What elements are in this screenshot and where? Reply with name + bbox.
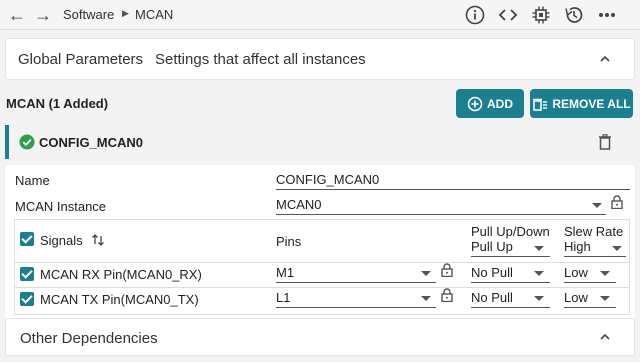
chevron-up-icon[interactable] — [598, 330, 612, 344]
pull-header: Pull Up/Down — [471, 224, 550, 239]
config-name: CONFIG_MCAN0 — [39, 135, 144, 150]
slew-all-value: High — [564, 239, 591, 254]
add-button[interactable]: ADD — [456, 89, 524, 118]
pull-value-tx: No Pull — [471, 290, 513, 305]
remove-all-button-label: REMOVE ALL — [552, 96, 631, 111]
sort-icon[interactable] — [91, 233, 105, 247]
global-parameters-panel[interactable]: Global Parameters Settings that affect a… — [5, 38, 635, 80]
chevron-down-icon[interactable] — [600, 296, 610, 301]
pin-select-rx[interactable]: M1 — [276, 265, 436, 283]
signal-name-tx: MCAN TX Pin(MCAN0_TX) — [40, 292, 199, 307]
name-field[interactable]: CONFIG_MCAN0 — [276, 172, 630, 190]
slew-header: Slew Rate — [564, 224, 624, 239]
table-header-divider — [15, 262, 629, 263]
pull-value-rx: No Pull — [471, 265, 513, 280]
chevron-down-icon[interactable] — [592, 203, 602, 208]
pin-select-tx[interactable]: L1 — [276, 290, 436, 308]
add-button-label: ADD — [487, 96, 513, 111]
selected-indicator — [5, 125, 9, 159]
pin-value-rx: M1 — [276, 265, 295, 280]
breadcrumb-separator-icon: ▶ — [122, 8, 129, 18]
name-label: Name — [15, 173, 50, 188]
pins-header: Pins — [276, 234, 302, 249]
breadcrumb-software[interactable]: Software — [63, 7, 114, 22]
mcan-instance-value: MCAN0 — [276, 197, 322, 212]
lock-icon[interactable] — [441, 288, 453, 302]
pin-value-tx: L1 — [276, 290, 291, 305]
chevron-down-icon[interactable] — [612, 246, 622, 251]
global-parameters-title: Global Parameters — [18, 51, 144, 68]
chevron-up-icon[interactable] — [598, 52, 612, 66]
signals-select-all-checkbox[interactable] — [20, 232, 34, 246]
check-circle-icon — [19, 134, 35, 150]
slew-value-rx: Low — [564, 265, 588, 280]
mcan-instance-select[interactable]: MCAN0 — [276, 197, 606, 215]
more-icon[interactable] — [596, 4, 618, 26]
forward-arrow-icon[interactable]: → — [32, 5, 54, 25]
top-bar: ← → Software ▶ MCAN — [0, 0, 640, 30]
chip-icon[interactable] — [530, 4, 552, 26]
lock-icon[interactable] — [441, 263, 453, 277]
signal-name-rx: MCAN RX Pin(MCAN0_RX) — [40, 267, 202, 282]
lock-icon[interactable] — [611, 195, 623, 209]
other-dependencies-title: Other Dependencies — [20, 330, 158, 347]
remove-all-button[interactable]: REMOVE ALL — [530, 89, 633, 118]
signal-checkbox-rx[interactable] — [20, 267, 34, 281]
chevron-down-icon[interactable] — [600, 271, 610, 276]
other-dependencies-panel[interactable]: Other Dependencies — [5, 318, 635, 356]
chevron-down-icon[interactable] — [534, 271, 544, 276]
add-circle-icon — [467, 96, 483, 111]
info-icon[interactable] — [464, 4, 486, 26]
chevron-down-icon[interactable] — [534, 246, 544, 251]
chevron-down-icon[interactable] — [534, 296, 544, 301]
slew-value-tx: Low — [564, 290, 588, 305]
mcan-instance-label: MCAN Instance — [15, 199, 107, 214]
chevron-down-icon[interactable] — [421, 271, 431, 276]
breadcrumb-current: MCAN — [135, 7, 174, 22]
trash-icon[interactable] — [598, 134, 612, 150]
pull-all-value: Pull Up — [471, 239, 513, 254]
chevron-down-icon[interactable] — [421, 296, 431, 301]
name-field-value: CONFIG_MCAN0 — [276, 172, 380, 187]
history-icon[interactable] — [563, 4, 585, 26]
global-parameters-subtitle: Settings that affect all instances — [155, 51, 366, 68]
signal-checkbox-tx[interactable] — [20, 292, 34, 306]
signals-header: Signals — [40, 233, 83, 248]
table-row-divider — [15, 287, 629, 288]
trash-list-icon — [533, 98, 548, 111]
back-arrow-icon[interactable]: ← — [6, 5, 28, 25]
code-icon[interactable] — [497, 4, 519, 26]
module-label: MCAN (1 Added) — [6, 96, 109, 111]
config-instance-row[interactable]: CONFIG_MCAN0 — [5, 125, 635, 159]
